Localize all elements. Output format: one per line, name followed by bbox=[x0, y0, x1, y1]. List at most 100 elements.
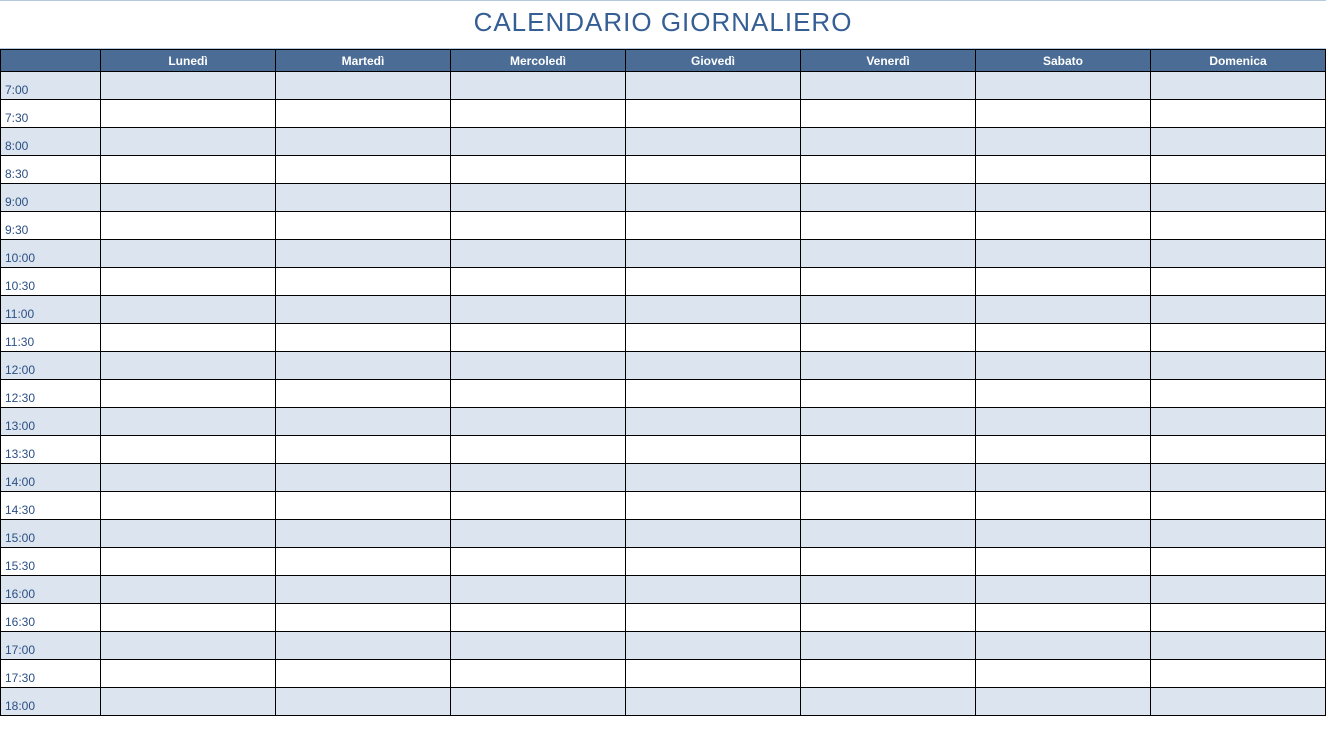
calendar-cell[interactable] bbox=[101, 632, 276, 660]
calendar-cell[interactable] bbox=[1151, 296, 1326, 324]
calendar-cell[interactable] bbox=[801, 240, 976, 268]
calendar-cell[interactable] bbox=[801, 100, 976, 128]
calendar-cell[interactable] bbox=[276, 688, 451, 716]
calendar-cell[interactable] bbox=[101, 240, 276, 268]
calendar-cell[interactable] bbox=[101, 352, 276, 380]
calendar-cell[interactable] bbox=[451, 660, 626, 688]
calendar-cell[interactable] bbox=[626, 184, 801, 212]
calendar-cell[interactable] bbox=[1151, 240, 1326, 268]
calendar-cell[interactable] bbox=[976, 520, 1151, 548]
calendar-cell[interactable] bbox=[1151, 72, 1326, 100]
calendar-cell[interactable] bbox=[626, 72, 801, 100]
calendar-cell[interactable] bbox=[801, 492, 976, 520]
calendar-cell[interactable] bbox=[101, 380, 276, 408]
calendar-cell[interactable] bbox=[101, 184, 276, 212]
calendar-cell[interactable] bbox=[976, 240, 1151, 268]
calendar-cell[interactable] bbox=[276, 268, 451, 296]
calendar-cell[interactable] bbox=[1151, 464, 1326, 492]
calendar-cell[interactable] bbox=[976, 72, 1151, 100]
calendar-cell[interactable] bbox=[101, 464, 276, 492]
calendar-cell[interactable] bbox=[801, 324, 976, 352]
calendar-cell[interactable] bbox=[801, 464, 976, 492]
calendar-cell[interactable] bbox=[626, 268, 801, 296]
calendar-cell[interactable] bbox=[276, 520, 451, 548]
calendar-cell[interactable] bbox=[976, 268, 1151, 296]
calendar-cell[interactable] bbox=[801, 184, 976, 212]
calendar-cell[interactable] bbox=[1151, 128, 1326, 156]
calendar-cell[interactable] bbox=[801, 72, 976, 100]
calendar-cell[interactable] bbox=[276, 604, 451, 632]
calendar-cell[interactable] bbox=[1151, 576, 1326, 604]
calendar-cell[interactable] bbox=[976, 324, 1151, 352]
calendar-cell[interactable] bbox=[101, 604, 276, 632]
calendar-cell[interactable] bbox=[801, 660, 976, 688]
calendar-cell[interactable] bbox=[976, 100, 1151, 128]
calendar-cell[interactable] bbox=[976, 688, 1151, 716]
calendar-cell[interactable] bbox=[801, 436, 976, 464]
calendar-cell[interactable] bbox=[101, 520, 276, 548]
calendar-cell[interactable] bbox=[276, 324, 451, 352]
calendar-cell[interactable] bbox=[451, 380, 626, 408]
calendar-cell[interactable] bbox=[276, 212, 451, 240]
calendar-cell[interactable] bbox=[626, 660, 801, 688]
calendar-cell[interactable] bbox=[451, 492, 626, 520]
calendar-cell[interactable] bbox=[101, 688, 276, 716]
calendar-cell[interactable] bbox=[276, 464, 451, 492]
calendar-cell[interactable] bbox=[626, 492, 801, 520]
calendar-cell[interactable] bbox=[1151, 268, 1326, 296]
calendar-cell[interactable] bbox=[976, 576, 1151, 604]
calendar-cell[interactable] bbox=[976, 128, 1151, 156]
calendar-cell[interactable] bbox=[976, 352, 1151, 380]
calendar-cell[interactable] bbox=[626, 520, 801, 548]
calendar-cell[interactable] bbox=[1151, 380, 1326, 408]
calendar-cell[interactable] bbox=[451, 72, 626, 100]
calendar-cell[interactable] bbox=[1151, 100, 1326, 128]
calendar-cell[interactable] bbox=[451, 352, 626, 380]
calendar-cell[interactable] bbox=[976, 464, 1151, 492]
calendar-cell[interactable] bbox=[101, 548, 276, 576]
calendar-cell[interactable] bbox=[1151, 184, 1326, 212]
calendar-cell[interactable] bbox=[976, 660, 1151, 688]
calendar-cell[interactable] bbox=[801, 128, 976, 156]
calendar-cell[interactable] bbox=[451, 548, 626, 576]
calendar-cell[interactable] bbox=[801, 548, 976, 576]
calendar-cell[interactable] bbox=[276, 184, 451, 212]
calendar-cell[interactable] bbox=[976, 212, 1151, 240]
calendar-cell[interactable] bbox=[1151, 632, 1326, 660]
calendar-cell[interactable] bbox=[626, 408, 801, 436]
calendar-cell[interactable] bbox=[276, 576, 451, 604]
calendar-cell[interactable] bbox=[101, 72, 276, 100]
calendar-cell[interactable] bbox=[1151, 520, 1326, 548]
calendar-cell[interactable] bbox=[451, 324, 626, 352]
calendar-cell[interactable] bbox=[101, 156, 276, 184]
calendar-cell[interactable] bbox=[276, 240, 451, 268]
calendar-cell[interactable] bbox=[451, 268, 626, 296]
calendar-cell[interactable] bbox=[626, 688, 801, 716]
calendar-cell[interactable] bbox=[801, 576, 976, 604]
calendar-cell[interactable] bbox=[101, 492, 276, 520]
calendar-cell[interactable] bbox=[976, 408, 1151, 436]
calendar-cell[interactable] bbox=[451, 184, 626, 212]
calendar-cell[interactable] bbox=[276, 660, 451, 688]
calendar-cell[interactable] bbox=[1151, 548, 1326, 576]
calendar-cell[interactable] bbox=[801, 604, 976, 632]
calendar-cell[interactable] bbox=[626, 632, 801, 660]
calendar-cell[interactable] bbox=[451, 464, 626, 492]
calendar-cell[interactable] bbox=[451, 688, 626, 716]
calendar-cell[interactable] bbox=[451, 156, 626, 184]
calendar-cell[interactable] bbox=[276, 72, 451, 100]
calendar-cell[interactable] bbox=[976, 436, 1151, 464]
calendar-cell[interactable] bbox=[626, 156, 801, 184]
calendar-cell[interactable] bbox=[451, 212, 626, 240]
calendar-cell[interactable] bbox=[976, 604, 1151, 632]
calendar-cell[interactable] bbox=[1151, 212, 1326, 240]
calendar-cell[interactable] bbox=[1151, 352, 1326, 380]
calendar-cell[interactable] bbox=[101, 268, 276, 296]
calendar-cell[interactable] bbox=[276, 296, 451, 324]
calendar-cell[interactable] bbox=[626, 296, 801, 324]
calendar-cell[interactable] bbox=[276, 156, 451, 184]
calendar-cell[interactable] bbox=[1151, 660, 1326, 688]
calendar-cell[interactable] bbox=[976, 632, 1151, 660]
calendar-cell[interactable] bbox=[626, 604, 801, 632]
calendar-cell[interactable] bbox=[101, 212, 276, 240]
